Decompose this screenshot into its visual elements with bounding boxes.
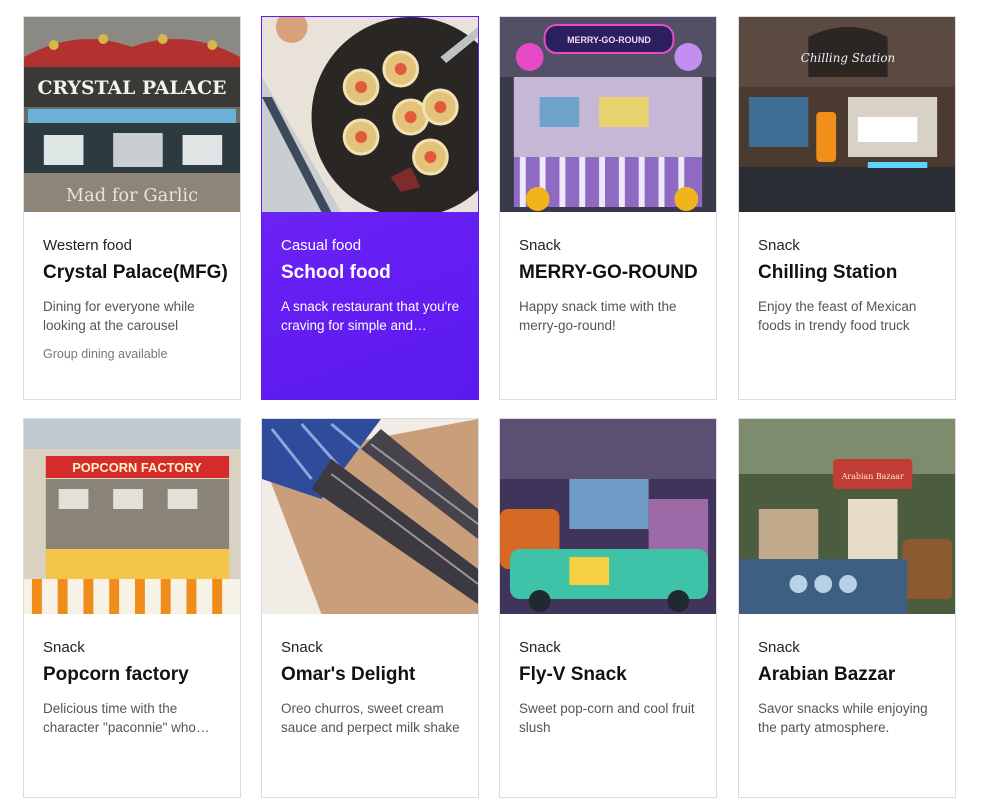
card-category: Snack (519, 237, 561, 254)
mad-for-garlic-sign: Mad for Garlic (66, 185, 198, 206)
omars-delight-photo (262, 419, 478, 614)
card-category: Snack (281, 639, 323, 656)
card-category: Snack (758, 639, 800, 656)
arabian-bazzar-photo: Arabian Bazaar (739, 419, 955, 614)
restaurant-card-merry-go-round[interactable]: MERRY-GO-ROUND Snack MERRY-GO-ROUND Happ… (499, 16, 717, 400)
merry-go-round-sign: MERRY-GO-ROUND (567, 35, 651, 45)
card-category: Casual food (281, 237, 362, 254)
chilling-station-sign: Chilling Station (801, 51, 895, 65)
card-description: Sweet pop-corn and cool fruit slush (519, 701, 695, 735)
card-title: School food (281, 262, 391, 283)
card-title: Popcorn factory (43, 664, 189, 685)
restaurant-card-omars-delight[interactable]: Snack Omar's Delight Oreo churros, sweet… (261, 418, 479, 798)
restaurant-card-fly-v-snack[interactable]: Snack Fly-V Snack Sweet pop-corn and coo… (499, 418, 717, 798)
card-title: Fly-V Snack (519, 664, 627, 685)
restaurant-card-crystal-palace[interactable]: CRYSTAL PALACE Mad for Garlic Western fo… (23, 16, 241, 400)
restaurant-card-popcorn-factory[interactable]: POPCORN FACTORY Snack Popcorn factory De… (23, 418, 241, 798)
crystal-palace-photo: CRYSTAL PALACE Mad for Garlic (24, 17, 240, 212)
popcorn-factory-sign: POPCORN FACTORY (72, 460, 202, 475)
card-description: A snack restaurant that you're craving f… (281, 299, 460, 333)
card-note: Group dining available (43, 347, 168, 361)
restaurant-card-arabian-bazzar[interactable]: Arabian Bazaar Snack Arabian Bazzar Savo… (738, 418, 956, 798)
card-description: Delicious time with the character "pacon… (43, 701, 196, 735)
chilling-station-photo: Chilling Station (739, 17, 955, 212)
card-category: Western food (43, 237, 132, 254)
card-category: Snack (519, 639, 561, 656)
card-description: Savor snacks while enjoying the party at… (758, 701, 928, 735)
merry-go-round-photo: MERRY-GO-ROUND (500, 17, 716, 212)
popcorn-factory-photo: POPCORN FACTORY (24, 419, 240, 614)
card-category: Snack (758, 237, 800, 254)
arabian-bazaar-sign: Arabian Bazaar (841, 472, 904, 481)
crystal-palace-sign: CRYSTAL PALACE (38, 77, 227, 99)
restaurant-card-school-food[interactable]: Casual food School food A snack restaura… (261, 16, 479, 400)
card-description: Oreo churros, sweet cream sauce and perp… (281, 701, 460, 735)
card-title: Crystal Palace(MFG) (43, 262, 228, 283)
card-title: Arabian Bazzar (758, 664, 896, 685)
card-title: Chilling Station (758, 262, 898, 283)
card-title: MERRY-GO-ROUND (519, 262, 698, 283)
school-food-photo (262, 17, 478, 212)
card-title: Omar's Delight (281, 664, 416, 685)
card-description: Happy snack time with the merry-go-round… (519, 299, 677, 333)
card-category: Snack (43, 639, 85, 656)
card-description: Enjoy the feast of Mexican foods in tren… (758, 299, 917, 333)
fly-v-snack-photo (500, 419, 716, 614)
card-description: Dining for everyone while looking at the… (43, 299, 195, 333)
restaurant-card-chilling-station[interactable]: Chilling Station Snack Chilling Station … (738, 16, 956, 400)
